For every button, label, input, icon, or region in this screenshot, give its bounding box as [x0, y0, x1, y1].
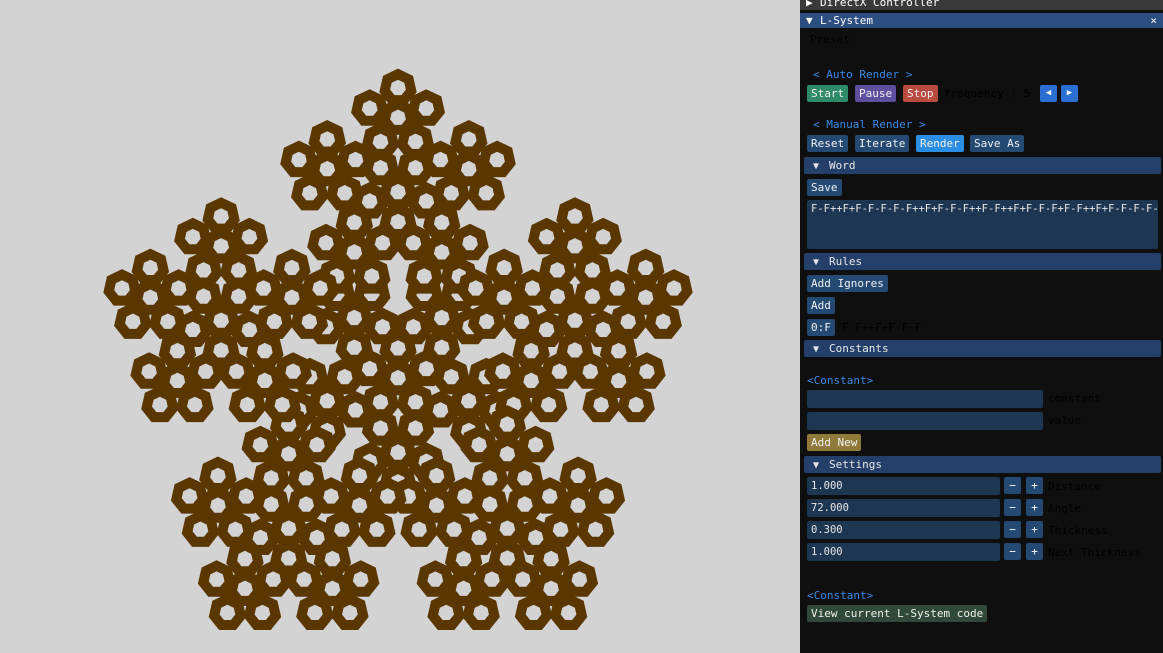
add-rule-button[interactable]: Add	[807, 297, 835, 314]
pause-button[interactable]: Pause	[855, 85, 897, 102]
auto-render-heading: < Auto Render >	[813, 68, 913, 81]
thickness-minus-button[interactable]: −	[1004, 521, 1021, 538]
angle-plus-button[interactable]: +	[1026, 499, 1043, 516]
frequency-label: frequency : 5	[944, 87, 1031, 100]
view-code-button[interactable]: View current L-System code	[807, 605, 988, 622]
constant-input[interactable]	[807, 390, 1043, 408]
fractal-drawing	[103, 68, 693, 630]
render-button[interactable]: Render	[916, 135, 964, 152]
value-field-label: value	[1048, 414, 1082, 427]
reset-button[interactable]: Reset	[807, 135, 849, 152]
constant-label: <Constant>	[807, 374, 874, 387]
settings-section-header[interactable]: ▼ Settings	[804, 456, 1161, 473]
next-thickness-minus-button[interactable]: −	[1004, 543, 1021, 560]
distance-minus-button[interactable]: −	[1004, 477, 1021, 494]
footer-constant-label: <Constant>	[807, 589, 874, 602]
constants-section-header[interactable]: ▼ Constants	[804, 340, 1161, 357]
collapse-down-icon: ▼	[813, 344, 820, 355]
collapse-right-icon: ▶	[806, 0, 813, 9]
save-as-button[interactable]: Save As	[970, 135, 1025, 152]
angle-input[interactable]: 72.000	[807, 499, 1000, 517]
next-thickness-input[interactable]: 1.000	[807, 543, 1000, 561]
collapse-down-icon: ▼	[806, 14, 813, 27]
directx-controller-header[interactable]: ▶ DirectX Controller	[800, 0, 1163, 10]
distance-input[interactable]: 1.000	[807, 477, 1000, 495]
thickness-plus-button[interactable]: +	[1026, 521, 1043, 538]
constant-field-label: constant	[1048, 392, 1101, 405]
value-input[interactable]	[807, 412, 1043, 430]
rules-section-header[interactable]: ▼ Rules	[804, 253, 1161, 270]
preset-menu[interactable]: Preset	[810, 32, 850, 47]
distance-label: Distance	[1048, 480, 1101, 493]
collapse-down-icon: ▼	[813, 161, 820, 172]
word-textarea[interactable]: F-F++F+F-F-F-F-F++F+F-F-F++F-F++F+F-F-F+…	[807, 200, 1158, 249]
add-new-constant-button[interactable]: Add New	[807, 434, 862, 451]
word-section-header[interactable]: ▼ Word	[804, 157, 1161, 174]
start-button[interactable]: Start	[807, 85, 849, 102]
collapse-down-icon: ▼	[813, 257, 820, 268]
thickness-input[interactable]: 0.300	[807, 521, 1000, 539]
next-thickness-label: Next Thickness	[1048, 546, 1141, 559]
frequency-increase-icon[interactable]: ▶	[1061, 85, 1078, 102]
stop-button[interactable]: Stop	[903, 85, 938, 102]
rule-key-button[interactable]: 0:F	[807, 319, 835, 336]
distance-plus-button[interactable]: +	[1026, 477, 1043, 494]
rule-value: F-F++F+F-F-F	[842, 321, 922, 334]
manual-render-heading: < Manual Render >	[813, 118, 926, 131]
thickness-label: Thickness	[1048, 524, 1108, 537]
add-ignores-button[interactable]: Add Ignores	[807, 275, 888, 292]
lsystem-window-header[interactable]: ▼ L-System ×	[800, 13, 1163, 28]
angle-minus-button[interactable]: −	[1004, 499, 1021, 516]
next-thickness-plus-button[interactable]: +	[1026, 543, 1043, 560]
close-icon[interactable]: ×	[1150, 13, 1157, 28]
angle-label: Angle	[1048, 502, 1082, 515]
collapse-down-icon: ▼	[813, 460, 820, 471]
render-canvas[interactable]	[0, 0, 800, 653]
iterate-button[interactable]: Iterate	[855, 135, 910, 152]
frequency-decrease-icon[interactable]: ◀	[1040, 85, 1057, 102]
word-save-button[interactable]: Save	[807, 179, 842, 196]
